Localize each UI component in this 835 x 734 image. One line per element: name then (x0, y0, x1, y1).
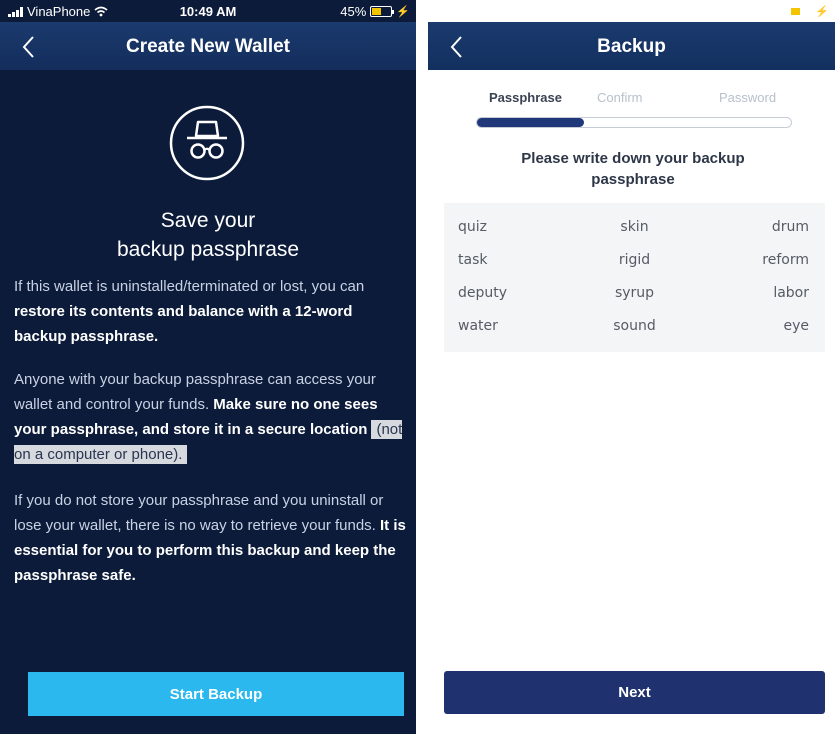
step-password: Password (719, 90, 777, 105)
word-row: task rigid reform (444, 252, 825, 278)
status-bar: VinaPhone 10:49 AM 45% ⚡ (428, 0, 835, 22)
passphrase-word-grid: quiz skin drum task rigid reform deputy syrup la… (444, 203, 825, 352)
backup-steps: Passphrase Confirm Password (428, 90, 835, 110)
hero-title-line2: backup passphrase (116, 238, 300, 261)
status-bar: VinaPhone 10:49 AM 45% ⚡ (0, 0, 416, 22)
passphrase-word: labor (773, 285, 809, 301)
start-backup-button[interactable]: Start Backup (28, 672, 404, 716)
passphrase-word: drum (771, 219, 809, 235)
word-row: quiz skin drum (444, 219, 825, 245)
hero-title-line1: Save your (160, 209, 256, 232)
passphrase-word: reform (762, 252, 809, 268)
passphrase-word: sound (613, 318, 656, 334)
battery-percent: 45% (759, 4, 786, 19)
word-row: water sound eye (444, 318, 825, 344)
page-title: Create New Wallet (125, 36, 290, 57)
next-button[interactable]: Next (444, 671, 825, 714)
restore-text: If this wallet is uninstalled/terminated… (14, 278, 365, 295)
progress-bar (476, 117, 792, 128)
hero-title: Save your backup passphrase (0, 206, 416, 264)
nav-bar: Create New Wallet (0, 22, 416, 70)
passphrase-word: syrup (614, 285, 655, 301)
step-confirm: Confirm (597, 90, 643, 105)
step-passphrase: Passphrase (489, 90, 562, 105)
word-row: deputy syrup labor (444, 285, 825, 311)
status-right: 45% ⚡ (340, 4, 410, 19)
charging-icon: ⚡ (396, 6, 410, 18)
battery-percent: 45% (340, 4, 367, 19)
security-paragraph: Anyone with your backup passphrase can a… (14, 367, 406, 467)
create-wallet-screen: VinaPhone 10:49 AM 45% ⚡ Create New Wall… (0, 0, 416, 734)
nav-bar: Backup (428, 22, 835, 70)
battery-icon (370, 6, 395, 17)
restore-bold-text: restore its contents and balance with a … (14, 303, 353, 345)
charging-icon: ⚡ (815, 6, 829, 18)
passphrase-word: eye (783, 318, 809, 334)
incognito-icon (169, 105, 245, 181)
passphrase-word: skin (620, 219, 649, 235)
restore-paragraph: If this wallet is uninstalled/terminated… (14, 274, 406, 349)
warning-paragraph: If you do not store your passphrase and … (14, 488, 406, 588)
page-title: Backup (597, 36, 666, 57)
screen-divider (416, 0, 428, 734)
battery-icon (789, 6, 814, 17)
warning-text: If you do not store your passphrase and … (14, 492, 384, 534)
status-right: 45% ⚡ (759, 4, 829, 19)
instruction-text: Please write down your backup passphrase (521, 150, 745, 188)
progress-fill (477, 118, 584, 127)
backup-screen: VinaPhone 10:49 AM 45% ⚡ Backup Passphra… (428, 0, 835, 734)
